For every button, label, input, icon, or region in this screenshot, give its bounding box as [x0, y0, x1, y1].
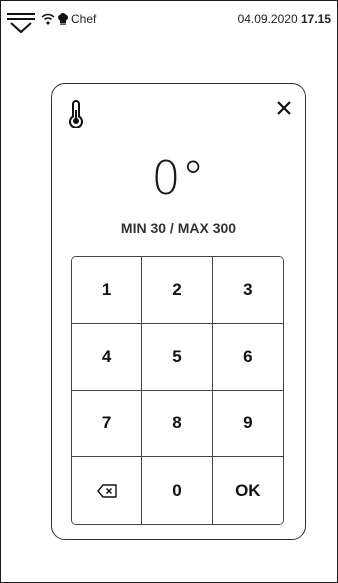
- thermometer-icon: [69, 100, 83, 128]
- key-8[interactable]: 8: [142, 390, 213, 458]
- chef-hat-icon: [58, 13, 68, 25]
- numeric-keypad: 1 2 3 4 5 6 7 8 9 0 OK: [71, 256, 284, 525]
- date-text: 04.09.2020: [237, 12, 298, 26]
- time-text: 17.15: [300, 12, 331, 26]
- wifi-icon: [41, 13, 55, 25]
- key-5[interactable]: 5: [142, 323, 213, 391]
- user-name: Chef: [71, 12, 97, 26]
- ok-button[interactable]: OK: [212, 457, 283, 524]
- menu-dropdown-icon[interactable]: [5, 11, 37, 37]
- key-1[interactable]: 1: [72, 257, 143, 324]
- key-6[interactable]: 6: [212, 323, 283, 391]
- key-7[interactable]: 7: [72, 390, 143, 458]
- key-2[interactable]: 2: [142, 257, 213, 324]
- key-9[interactable]: 9: [212, 390, 283, 458]
- key-4[interactable]: 4: [72, 323, 143, 391]
- temperature-value: 0°: [151, 151, 206, 205]
- datetime: 04.09.2020 17.15: [238, 12, 331, 26]
- range-label: MIN 30 / MAX 300: [120, 220, 237, 236]
- status-bar: Chef 04.09.2020 17.15: [1, 1, 337, 45]
- key-0[interactable]: 0: [142, 457, 213, 524]
- key-3[interactable]: 3: [212, 257, 283, 324]
- close-icon[interactable]: [273, 97, 295, 119]
- temperature-dialog: 0° MIN 30 / MAX 300 1 2 3 4 5 6 7 8 9 0 …: [51, 83, 306, 540]
- backspace-icon: [96, 483, 117, 498]
- screen: Chef 04.09.2020 17.15 0° MIN 30 / MAX 30…: [0, 0, 338, 583]
- backspace-button[interactable]: [72, 457, 143, 524]
